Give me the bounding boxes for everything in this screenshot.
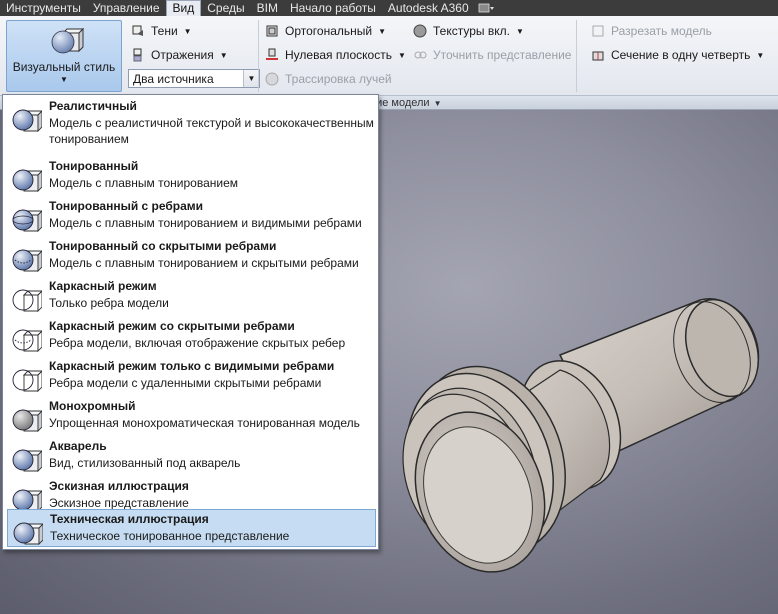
shaded-edges-icon [12, 209, 42, 233]
visual-style-option-description: Только ребра модели [49, 296, 169, 310]
ribbon-divider [576, 20, 577, 92]
chevron-down-icon: ▼ [60, 75, 68, 84]
menu-a360[interactable]: Autodesk A360 [382, 0, 475, 16]
shadows-icon [130, 23, 146, 39]
realistic-sphere-icon [12, 109, 42, 133]
visual-style-option[interactable]: Каркасный режим только с видимыми ребрам… [7, 357, 376, 395]
visual-style-option-description: Модель с реалистичной текстурой и высоко… [49, 116, 374, 146]
orthographic-label: Ортогональный [285, 24, 373, 38]
ribbon-toggle-icon[interactable] [477, 2, 495, 14]
visual-style-option-description: Модель с плавным тонированием [49, 176, 239, 190]
orthographic-icon [264, 23, 280, 39]
ray-tracing-icon [264, 71, 280, 87]
menu-tools[interactable]: Инструменты [0, 0, 87, 16]
section-model-button[interactable]: Разрезать модель [590, 22, 712, 40]
visual-style-dropdown: Реалистичный Модель с реалистичной тексту… [2, 94, 379, 550]
visual-style-option[interactable]: Тонированный со скрытыми ребрами Модель с… [7, 237, 376, 275]
quarter-section-icon [590, 47, 606, 63]
shadows-label: Тени [151, 24, 178, 38]
shaded-sphere-icon [12, 169, 42, 193]
refine-view-label: Уточнить представление [433, 48, 572, 62]
ribbon-divider [258, 20, 259, 92]
visual-style-option-description: Ребра модели, включая отображение скрыты… [49, 336, 346, 350]
watercolor-icon [12, 449, 42, 473]
visual-style-option[interactable]: Каркасный режим со скрытыми ребрами Ребра… [7, 317, 376, 355]
chevron-down-icon: ▼ [515, 26, 524, 36]
reflections-button[interactable]: Отражения ▼ [130, 46, 228, 64]
menu-manage[interactable]: Управление [87, 0, 166, 16]
shaded-hidden-edges-icon [12, 249, 42, 273]
visual-style-option-description: Модель с плавным тонированием и скрытыми… [49, 256, 359, 270]
wireframe-hidden-icon [12, 329, 42, 353]
visual-style-option-description: Техническое тонированное представление [50, 529, 290, 543]
visual-style-option-description: Ребра модели с удаленными скрытыми ребра… [49, 376, 322, 390]
visual-style-option-title: Каркасный режим со скрытыми ребрами [49, 319, 295, 333]
menu-bar: Инструменты Управление Вид Среды BIM Нач… [0, 0, 778, 16]
visual-style-option[interactable]: Монохромный Упрощенная монохроматическая … [7, 397, 376, 435]
lights-combo-value: Два источника [133, 71, 214, 86]
section-model-icon [590, 23, 606, 39]
visual-style-option[interactable]: Техническая иллюстрация Техническое тонир… [7, 509, 376, 547]
menu-get-started[interactable]: Начало работы [284, 0, 382, 16]
visual-style-option-title: Каркасный режим только с видимыми ребрам… [49, 359, 335, 373]
reflections-label: Отражения [151, 48, 214, 62]
wireframe-visible-icon [12, 369, 42, 393]
chevron-down-icon: ▼ [183, 26, 192, 36]
textures-label: Текстуры вкл. [433, 24, 510, 38]
ground-plane-label: Нулевая плоскость [285, 48, 392, 62]
wireframe-icon [12, 289, 42, 313]
ground-plane-button[interactable]: Нулевая плоскость ▼ [264, 46, 406, 64]
visual-style-option-title: Тонированный со скрытыми ребрами [49, 239, 277, 253]
textures-icon [412, 23, 428, 39]
chevron-down-icon: ▼ [378, 26, 386, 36]
visual-style-option[interactable]: Каркасный режим Только ребра модели [7, 277, 376, 315]
textures-button[interactable]: Текстуры вкл. ▼ [412, 22, 524, 40]
orthographic-button[interactable]: Ортогональный ▼ [264, 22, 386, 40]
ray-tracing-label: Трассировка лучей [285, 72, 392, 86]
visual-style-option-title: Монохромный [49, 399, 136, 413]
visual-style-option[interactable]: Реалистичный Модель с реалистичной тексту… [7, 97, 376, 155]
panel-label[interactable]: ние модели ▼ [370, 96, 442, 110]
visual-style-option-title: Каркасный режим [49, 279, 157, 293]
visual-style-option-title: Эскизная иллюстрация [49, 479, 189, 493]
visual-style-option-description: Вид, стилизованный под акварель [49, 456, 241, 470]
visual-style-option-title: Реалистичный [49, 99, 137, 113]
visual-style-button[interactable]: Визуальный стиль ▼ [6, 20, 122, 92]
menu-bim[interactable]: BIM [251, 0, 284, 16]
menu-view[interactable]: Вид [165, 0, 202, 16]
ground-plane-icon [264, 47, 280, 63]
quarter-section-button[interactable]: Сечение в одну четверть ▼ [590, 46, 764, 64]
visual-style-option-title: Акварель [49, 439, 107, 453]
shadows-button[interactable]: Тени ▼ [130, 22, 192, 40]
visual-style-option-description: Упрощенная монохроматическая тонированна… [49, 416, 360, 430]
chevron-down-icon[interactable]: ▼ [243, 70, 259, 87]
chevron-down-icon: ▼ [756, 50, 765, 60]
refine-view-icon [412, 47, 428, 63]
visual-style-option-description: Модель с плавным тонированием и видимыми… [49, 216, 362, 230]
visual-style-option-title: Тонированный с ребрами [49, 199, 204, 213]
visual-style-label: Визуальный стиль [12, 60, 116, 74]
visual-style-option[interactable]: Акварель Вид, стилизованный под акварель [7, 437, 376, 475]
menu-environments[interactable]: Среды [201, 0, 250, 16]
visual-style-option[interactable]: Тонированный Модель с плавным тонирование… [7, 157, 376, 195]
quarter-section-label: Сечение в одну четверть [611, 48, 751, 62]
lights-combo[interactable]: Два источника ▼ [128, 69, 260, 88]
visual-style-option[interactable]: Тонированный с ребрами Модель с плавным т… [7, 197, 376, 235]
visual-style-option-title: Тонированный [49, 159, 139, 173]
technical-icon [13, 522, 43, 546]
visual-style-icon [51, 27, 85, 54]
refine-view-button[interactable]: Уточнить представление [412, 46, 571, 64]
monochrome-icon [12, 409, 42, 433]
chevron-down-icon: ▼ [433, 99, 442, 108]
ray-tracing-button[interactable]: Трассировка лучей [264, 70, 392, 88]
chevron-down-icon: ▼ [219, 50, 228, 60]
chevron-down-icon: ▼ [397, 50, 406, 60]
section-model-label: Разрезать модель [611, 24, 712, 38]
reflections-icon [130, 47, 146, 63]
ribbon: Визуальный стиль ▼ Тени ▼ Отражения ▼ Два … [0, 16, 778, 96]
visual-style-option-title: Техническая иллюстрация [50, 512, 209, 526]
